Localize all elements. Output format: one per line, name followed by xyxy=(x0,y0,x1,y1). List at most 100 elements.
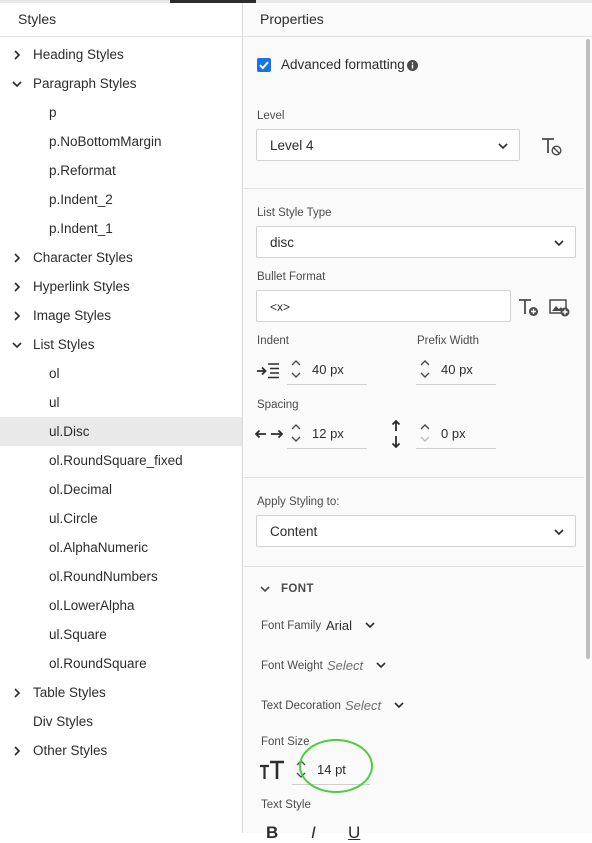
divider xyxy=(244,566,584,567)
chevron-right-icon[interactable] xyxy=(12,746,22,756)
properties-panel-title: Properties xyxy=(260,11,324,27)
level-value: Level 4 xyxy=(270,138,314,153)
tree-item-paragraph-styles[interactable]: Paragraph Styles xyxy=(0,69,242,98)
tree-item-ol-alphanumeric[interactable]: ol.AlphaNumeric xyxy=(0,533,242,562)
stepper-icon[interactable] xyxy=(419,357,431,381)
tree-item-image-styles[interactable]: Image Styles xyxy=(0,301,242,330)
tree-item-ul-disc[interactable]: ul.Disc xyxy=(0,417,242,446)
prefix-width-label: Prefix Width xyxy=(417,335,479,347)
prefix-width-input[interactable]: 40 px xyxy=(416,355,496,385)
bold-button[interactable]: B xyxy=(266,823,278,843)
text-style-label: Text Style xyxy=(261,799,311,811)
chevron-down-icon xyxy=(376,662,386,669)
tree-item-ol-loweralpha[interactable]: ol.LowerAlpha xyxy=(0,591,242,620)
tree-item-label: p.NoBottomMargin xyxy=(49,134,162,149)
tree-item-ol[interactable]: ol xyxy=(0,359,242,388)
tree-item-ol-roundsquare[interactable]: ol.RoundSquare xyxy=(0,649,242,678)
divider xyxy=(244,188,584,189)
tree-item-p-reformat[interactable]: p.Reformat xyxy=(0,156,242,185)
tree-item-label: Paragraph Styles xyxy=(33,76,137,91)
stepper-icon[interactable] xyxy=(290,357,302,381)
font-section-toggle-icon[interactable] xyxy=(259,583,271,595)
list-style-type-value: disc xyxy=(270,235,295,250)
tree-item-table-styles[interactable]: Table Styles xyxy=(0,678,242,707)
chevron-right-icon[interactable] xyxy=(12,688,22,698)
tree-item-label: ul.Disc xyxy=(49,424,90,439)
prefix-width-value: 40 px xyxy=(441,362,473,377)
tree-item-ul-circle[interactable]: ul.Circle xyxy=(0,504,242,533)
tree-item-label: ol.RoundNumbers xyxy=(49,569,158,584)
font-size-icon xyxy=(260,760,284,779)
stepper-icon[interactable] xyxy=(419,421,431,445)
chevron-right-icon[interactable] xyxy=(12,282,22,292)
underline-button[interactable]: U xyxy=(348,823,360,843)
tree-item-ol-roundnumbers[interactable]: ol.RoundNumbers xyxy=(0,562,242,591)
list-style-type-select[interactable]: disc xyxy=(256,226,576,258)
spacing-label: Spacing xyxy=(257,399,299,411)
advanced-formatting-label: Advanced formatting xyxy=(281,57,405,72)
tree-item-label: ol xyxy=(49,366,60,381)
text-decoration-label: Text Decoration xyxy=(261,700,341,712)
font-section-title: FONT xyxy=(281,583,314,595)
tree-item-list-styles[interactable]: List Styles xyxy=(0,330,242,359)
tree-item-ol-decimal[interactable]: ol.Decimal xyxy=(0,475,242,504)
indent-label: Indent xyxy=(257,335,289,347)
info-icon[interactable] xyxy=(407,60,418,71)
tree-item-character-styles[interactable]: Character Styles xyxy=(0,243,242,272)
tree-item-label: Div Styles xyxy=(33,714,94,729)
tree-item-heading-styles[interactable]: Heading Styles xyxy=(0,40,242,69)
chevron-down-icon[interactable] xyxy=(12,340,22,350)
tree-item-ul-square[interactable]: ul.Square xyxy=(0,620,242,649)
horizontal-spacing-icon xyxy=(255,429,283,439)
tree-item-label: ul xyxy=(49,395,60,410)
indent-input[interactable]: 40 px xyxy=(287,355,367,385)
stepper-icon[interactable] xyxy=(290,421,302,445)
tree-item-p-nobottommargin[interactable]: p.NoBottomMargin xyxy=(0,127,242,156)
vertical-spacing-icon xyxy=(391,420,401,448)
tree-item-label: Heading Styles xyxy=(33,47,124,62)
indent-value: 40 px xyxy=(312,362,344,377)
tree-item-p-indent-1[interactable]: p.Indent_1 xyxy=(0,214,242,243)
properties-panel: Properties Advanced formatting Level Lev… xyxy=(244,3,592,842)
tree-item-label: Table Styles xyxy=(33,685,106,700)
tree-item-ul[interactable]: ul xyxy=(0,388,242,417)
font-weight-placeholder: Select xyxy=(327,658,364,673)
tree-item-label: List Styles xyxy=(33,337,95,352)
properties-scrollbar[interactable] xyxy=(586,39,590,659)
vertical-spacing-input[interactable]: 0 px xyxy=(416,419,496,449)
text-decoration-select[interactable]: Select xyxy=(345,698,405,713)
advanced-formatting-checkbox[interactable] xyxy=(257,58,271,72)
chevron-right-icon[interactable] xyxy=(12,50,22,60)
clear-formatting-icon[interactable] xyxy=(541,137,563,157)
chevron-down-icon xyxy=(498,143,508,150)
italic-button[interactable]: I xyxy=(311,823,316,843)
chevron-right-icon[interactable] xyxy=(12,253,22,263)
highlight-circle xyxy=(299,739,373,793)
checkmark-icon xyxy=(259,61,269,70)
font-weight-select[interactable]: Select xyxy=(327,658,387,673)
tree-item-ol-roundsquare-fixed[interactable]: ol.RoundSquare_fixed xyxy=(0,446,242,475)
tree-item-label: ol.RoundSquare_fixed xyxy=(49,453,183,468)
insert-text-icon[interactable] xyxy=(518,298,540,318)
chevron-right-icon[interactable] xyxy=(12,311,22,321)
tree-item-label: Character Styles xyxy=(33,250,133,265)
bullet-format-input[interactable]: <x> xyxy=(256,290,511,322)
font-family-value: Arial xyxy=(326,618,353,633)
chevron-down-icon[interactable] xyxy=(12,79,22,89)
tree-item-label: ol.LowerAlpha xyxy=(49,598,135,613)
font-family-select[interactable]: Arial xyxy=(326,618,376,633)
apply-styling-select[interactable]: Content xyxy=(256,515,576,547)
tree-item-p[interactable]: p xyxy=(0,98,242,127)
vertical-spacing-value: 0 px xyxy=(441,426,466,441)
tree-item-label: Hyperlink Styles xyxy=(33,279,130,294)
tree-item-label: Other Styles xyxy=(33,743,108,758)
tree-item-hyperlink-styles[interactable]: Hyperlink Styles xyxy=(0,272,242,301)
insert-image-icon[interactable] xyxy=(549,298,571,318)
chevron-down-icon xyxy=(365,622,375,629)
level-select[interactable]: Level 4 xyxy=(256,129,520,161)
horizontal-spacing-input[interactable]: 12 px xyxy=(287,419,367,449)
tree-item-div-styles[interactable]: Div Styles xyxy=(0,707,242,736)
tree-item-other-styles[interactable]: Other Styles xyxy=(0,736,242,765)
font-family-label: Font Family xyxy=(261,620,322,632)
tree-item-p-indent-2[interactable]: p.Indent_2 xyxy=(0,185,242,214)
